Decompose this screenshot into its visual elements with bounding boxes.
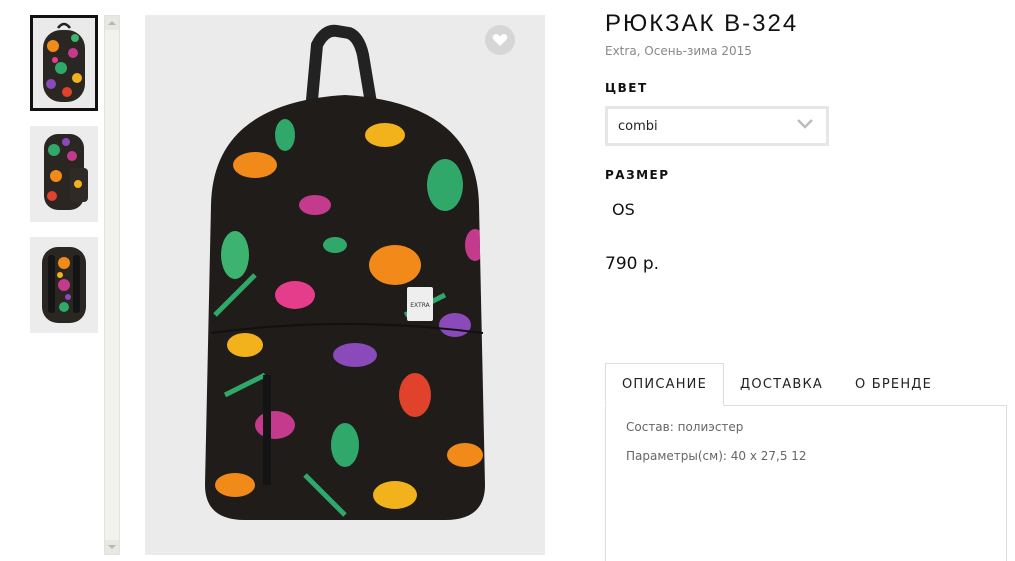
color-label: ЦВЕТ: [605, 81, 648, 95]
product-subtitle: Extra, Осень-зима 2015: [605, 44, 752, 58]
product-title: РЮКЗАК B-324: [605, 10, 799, 37]
chevron-down-icon: [797, 119, 813, 129]
tab-panel-description: Состав: полиэстер Параметры(см): 40 x 27…: [605, 405, 1007, 561]
description-composition: Состав: полиэстер: [626, 420, 744, 434]
tab-delivery[interactable]: ДОСТАВКА: [724, 363, 839, 406]
description-dimensions: Параметры(см): 40 x 27,5 12: [626, 449, 807, 463]
size-label: РАЗМЕР: [605, 168, 670, 182]
main-product-image: EXTRA: [145, 15, 545, 555]
thumbnail-front[interactable]: [30, 15, 98, 111]
tab-brand[interactable]: О БРЕНДЕ: [839, 363, 948, 406]
thumbnail-back[interactable]: [30, 237, 98, 333]
heart-icon: [492, 34, 508, 46]
product-price: 790 р.: [605, 254, 660, 274]
thumbnail-side[interactable]: [30, 126, 98, 222]
info-tabs: ОПИСАНИЕ ДОСТАВКА О БРЕНДЕ: [605, 363, 948, 406]
thumbnail-side-image: [30, 126, 98, 222]
color-select[interactable]: combi: [605, 106, 829, 146]
thumbnail-list: [30, 15, 98, 348]
backpack-image: EXTRA: [145, 15, 545, 555]
tab-description[interactable]: ОПИСАНИЕ: [605, 363, 725, 406]
size-option[interactable]: OS: [612, 200, 635, 219]
thumbnail-scrollbar[interactable]: [104, 15, 120, 555]
favorite-button[interactable]: [485, 25, 515, 55]
brand-tag-label: EXTRA: [410, 302, 430, 309]
thumbnail-front-image: [33, 18, 95, 108]
thumbnail-back-image: [30, 237, 98, 333]
arrow-up-icon[interactable]: [105, 16, 119, 30]
arrow-down-icon[interactable]: [105, 540, 119, 554]
color-select-value: combi: [618, 118, 658, 134]
